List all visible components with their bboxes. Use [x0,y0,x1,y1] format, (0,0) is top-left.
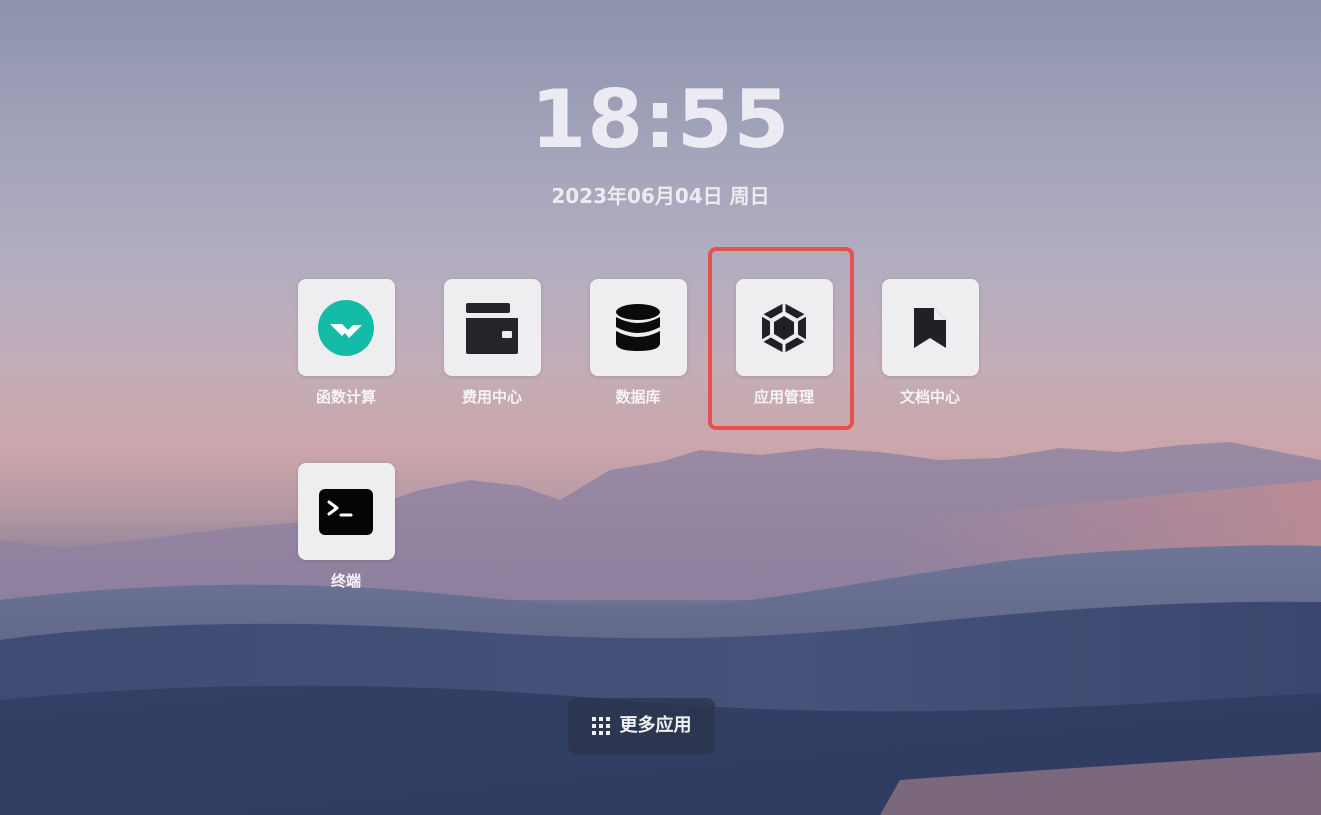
highlight-box [708,247,854,430]
wallet-icon [466,302,518,354]
app-label: 函数计算 [315,388,376,406]
app-function-compute[interactable]: 函数计算 [296,279,396,408]
app-tile[interactable] [881,279,979,376]
desktop: 18:55 2023年06月04日 周日 函数计算 费用中心 数据库 应用管理 … [0,0,1321,815]
grid-icon [591,717,610,735]
more-apps-button[interactable]: 更多应用 [568,698,715,754]
app-label: 费用中心 [461,388,522,406]
terminal-icon [319,488,373,535]
app-tile[interactable] [443,279,541,376]
clock-date: 2023年06月04日 周日 [551,184,770,208]
app-database[interactable]: 数据库 [588,279,688,408]
app-label: 终端 [330,572,361,590]
clock-time: 18:55 [530,73,791,166]
app-terminal[interactable]: 终端 [296,463,396,592]
app-document-center[interactable]: 文档中心 [880,279,980,408]
app-tile[interactable] [297,463,395,560]
app-tile[interactable] [297,279,395,376]
app-billing-center[interactable]: 费用中心 [442,279,542,408]
database-icon [616,303,660,351]
function-compute-icon [318,299,374,356]
app-label: 数据库 [615,388,661,406]
app-label: 文档中心 [899,388,960,406]
document-icon [914,307,946,348]
more-apps-label: 更多应用 [619,715,692,736]
app-tile[interactable] [589,279,687,376]
